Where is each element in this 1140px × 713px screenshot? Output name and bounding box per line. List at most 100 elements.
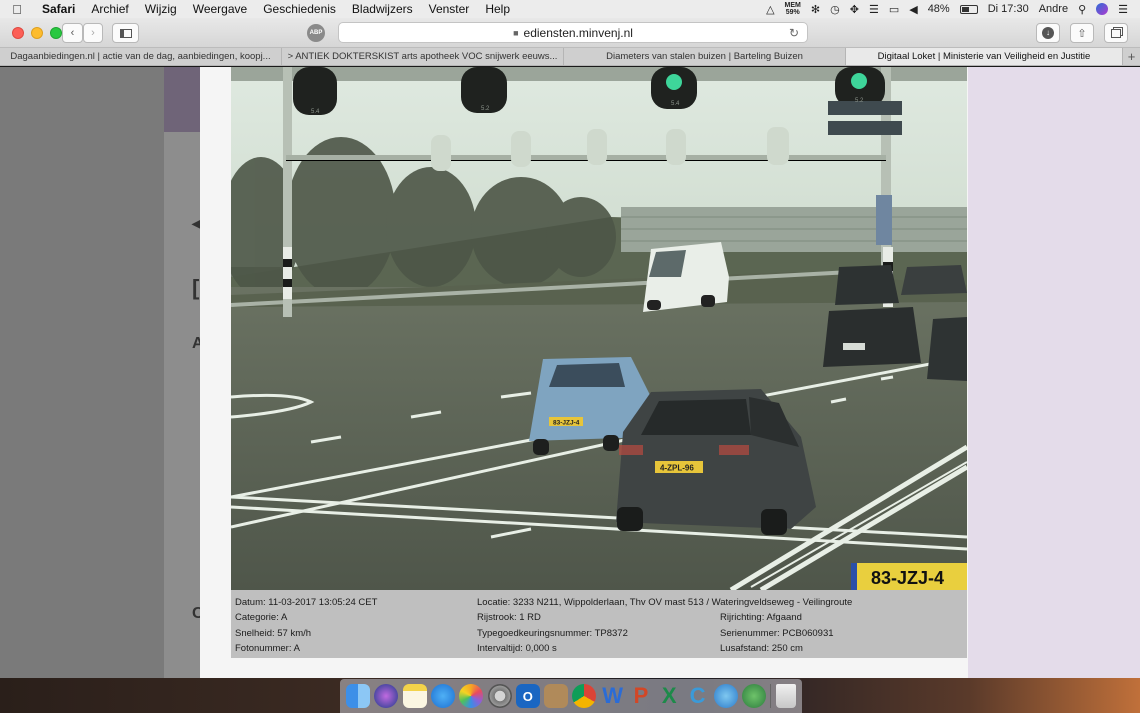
address-bar[interactable]: ■ ediensten.minvenj.nl ↻ — [338, 22, 808, 43]
safari-icon[interactable] — [430, 684, 455, 708]
forward-button[interactable]: › — [83, 23, 103, 43]
photo-metadata-panel: Datum: 11-03-2017 13:05:24 CET Categorie… — [231, 590, 967, 658]
battery-icon[interactable] — [959, 4, 978, 14]
categorie-value: Categorie: A — [235, 612, 288, 623]
trash-icon[interactable] — [775, 684, 796, 708]
menu-wijzig[interactable]: Wijzig — [137, 2, 185, 16]
tabs-icon — [1111, 28, 1121, 38]
bus-signal — [666, 129, 686, 165]
url-text: ediensten.minvenj.nl — [523, 25, 633, 40]
signal-label: 5.2 — [481, 106, 490, 112]
siri-menu-icon[interactable] — [1096, 3, 1109, 15]
volume-icon[interactable]: ◀ — [909, 3, 917, 16]
green-signal-light — [666, 74, 682, 90]
white-van — [643, 242, 729, 312]
bus-signal — [431, 135, 451, 171]
locatie-value: Locatie: 3233 N211, Wippolderlaan, Thv O… — [477, 597, 853, 608]
dock: O W P X C — [340, 679, 802, 713]
reload-icon[interactable]: ↻ — [789, 26, 799, 40]
typegoedkeuring-value: Typegoedkeuringsnummer: TP8372 — [477, 628, 628, 639]
menu-archief[interactable]: Archief — [83, 2, 136, 16]
menu-bladwijzers[interactable]: Bladwijzers — [344, 2, 421, 16]
bird-icon[interactable]: ✻ — [811, 3, 820, 16]
lock-icon: ■ — [513, 27, 519, 38]
snelheid-value: Snelheid: 57 km/h — [235, 628, 312, 639]
teamviewer-icon[interactable] — [713, 684, 738, 708]
download-icon: ↓ — [1042, 27, 1054, 39]
excel-icon[interactable]: X — [657, 683, 681, 708]
outlook-icon[interactable]: O — [515, 684, 540, 708]
adblock-icon[interactable]: ABP — [307, 24, 325, 42]
photos-icon[interactable] — [459, 684, 484, 708]
tab-overview-button[interactable] — [1104, 23, 1128, 43]
traffic-signal — [293, 67, 337, 115]
dock-divider — [770, 684, 772, 708]
finder-icon[interactable] — [346, 684, 371, 708]
rijrichting-value: Rijrichting: Afgaand — [720, 612, 802, 623]
notification-center-icon[interactable]: ☰ — [1118, 3, 1128, 16]
spotlight-icon[interactable]: ⚲ — [1078, 3, 1086, 16]
license-plate-text: 4-ZPL-96 — [660, 464, 694, 473]
license-plate-text: 83-JZJ-4 — [553, 420, 580, 427]
wifi-status-icon[interactable]: △ — [766, 3, 774, 16]
sidebar-toggle-button[interactable] — [112, 23, 139, 43]
downloads-button[interactable]: ↓ — [1036, 23, 1060, 43]
menu-safari[interactable]: Safari — [34, 2, 83, 16]
close-window-button[interactable] — [12, 26, 24, 39]
signal-label: 5.4 — [671, 101, 680, 107]
serienummer-value: Serienummer: PCB060931 — [720, 628, 834, 639]
chrome-icon[interactable] — [572, 684, 597, 708]
contacts-icon[interactable] — [544, 684, 569, 708]
rijstrook-value: Rijstrook: 1 RD — [477, 612, 541, 623]
tab-diameters-buizen[interactable]: Diameters van stalen buizen | Barteling … — [564, 48, 846, 65]
maps-icon[interactable] — [742, 684, 767, 708]
memory-value: 59% — [785, 9, 800, 16]
tab-bar: Dagaanbiedingen.nl | actie van de dag, a… — [0, 48, 1140, 66]
apple-menu-icon[interactable]:  — [0, 2, 34, 17]
minimize-window-button[interactable] — [31, 26, 43, 39]
new-tab-button[interactable]: + — [1123, 48, 1140, 65]
traffic-camera-photo: 5.4 5.2 5.4 5.2 83-JZJ-4 4-ZPL-96 83-JZJ… — [231, 67, 967, 590]
tab-antiek-dokterskist[interactable]: > ANTIEK DOKTERSKIST arts apotheek VOC s… — [282, 48, 564, 65]
back-button[interactable]: ‹ — [62, 23, 83, 43]
battery-percentage: 48% — [927, 3, 950, 15]
bus-signal — [511, 131, 531, 167]
powerpoint-icon[interactable]: P — [629, 683, 653, 708]
status-area: △ MEM 59% ✻ ◷ ✥ ☰ ▭ ◀ 48% Di 17:30 Andre… — [766, 2, 1140, 16]
menu-geschiedenis[interactable]: Geschiedenis — [255, 2, 344, 16]
page-bracket-glyph: [ — [192, 275, 200, 300]
tab-dagaanbiedingen[interactable]: Dagaanbiedingen.nl | actie van de dag, a… — [0, 48, 282, 65]
cyberduck-icon[interactable]: C — [686, 683, 710, 708]
wifi-icon[interactable]: ☰ — [869, 3, 879, 16]
signal-label: 5.4 — [311, 109, 320, 115]
word-icon[interactable]: W — [601, 683, 625, 708]
time-machine-icon[interactable]: ◷ — [830, 3, 840, 16]
photo-scene: 5.4 5.2 5.4 5.2 83-JZJ-4 4-ZPL-96 83-JZJ… — [231, 67, 967, 590]
signal-label: 5.2 — [855, 98, 864, 104]
sidebar-icon — [119, 28, 132, 38]
airplay-icon[interactable]: ▭ — [889, 3, 899, 16]
siri-icon[interactable] — [374, 684, 399, 708]
tab-digitaal-loket[interactable]: Digitaal Loket | Ministerie van Veilighe… — [846, 48, 1123, 65]
page-header-strip — [164, 67, 204, 132]
share-button[interactable]: ⇧ — [1070, 23, 1094, 43]
bus-signal — [767, 127, 789, 165]
user-name[interactable]: Andre — [1039, 3, 1068, 15]
memory-indicator[interactable]: MEM 59% — [785, 2, 801, 16]
network-icon[interactable]: ✥ — [850, 3, 859, 16]
menu-weergave[interactable]: Weergave — [185, 2, 255, 16]
clock[interactable]: Di 17:30 — [988, 3, 1029, 15]
bus-signal — [587, 129, 607, 165]
direction-sign — [828, 121, 902, 135]
system-preferences-icon[interactable] — [487, 684, 512, 708]
memory-label: MEM — [784, 2, 801, 9]
lane-sign — [876, 195, 892, 245]
browser-toolbar: ‹ › ABP ■ ediensten.minvenj.nl ↻ ↓ ⇧ — [0, 18, 1140, 48]
right-side-panel — [968, 67, 1140, 678]
menu-help[interactable]: Help — [477, 2, 518, 16]
notes-icon[interactable] — [402, 684, 427, 708]
plate-crop-text: 83-JZJ-4 — [871, 568, 944, 588]
share-icon: ⇧ — [1077, 27, 1087, 40]
menu-venster[interactable]: Venster — [421, 2, 478, 16]
zoom-window-button[interactable] — [50, 26, 62, 39]
